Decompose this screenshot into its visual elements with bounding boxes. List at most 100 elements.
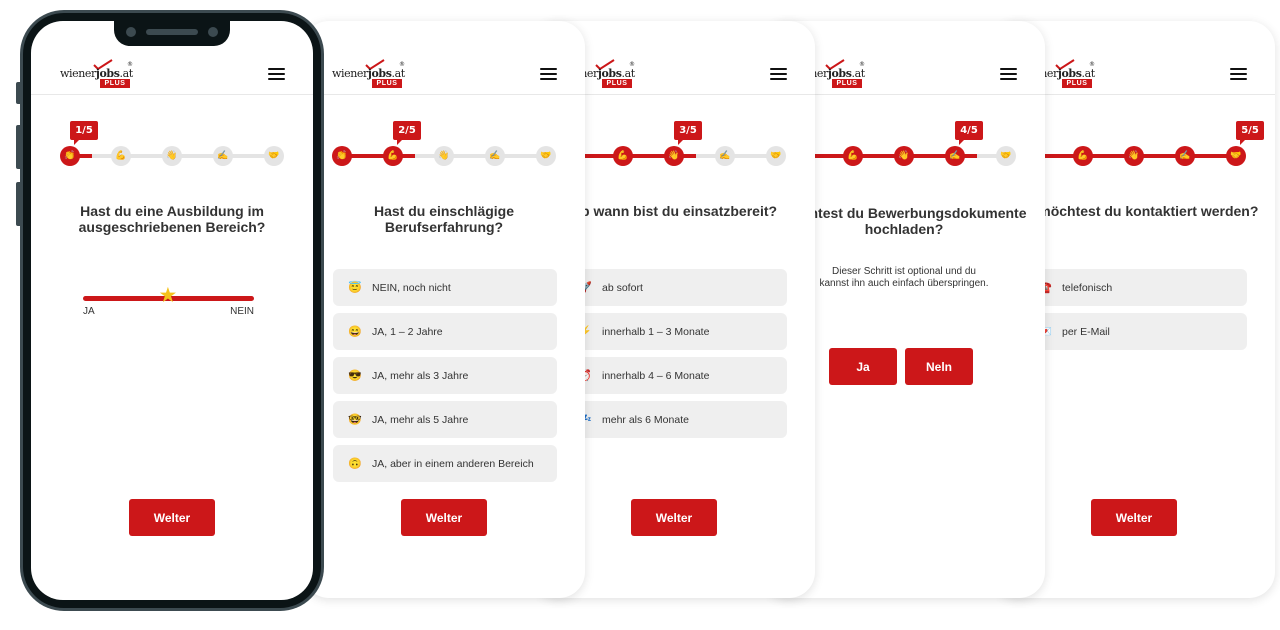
progress-stepper: 👏 💪 👋 ✍️ 🤝 1/5 <box>60 121 285 169</box>
next-button[interactable]: Welter <box>1091 499 1177 536</box>
logo-plus-badge: PLUS <box>832 79 862 88</box>
option-label: ab sofort <box>602 281 643 294</box>
yes-no-slider[interactable]: ★ JA NEIN <box>83 285 254 329</box>
option-4-6-months[interactable]: ⏰innerhalb 4 – 6 Monate <box>563 357 787 394</box>
step-2: 💪 <box>383 146 403 166</box>
question-title: Ab wann bist du einsatzbereit? <box>570 203 778 219</box>
wienerjobs-logo[interactable]: wienerjobs.at ® PLUS <box>332 59 405 91</box>
question-title: Möchtest du Bewerbungsdokumente hochlade… <box>781 205 1027 237</box>
option-5-plus-years[interactable]: 🤓 JA, mehr als 5 Jahre <box>333 401 557 438</box>
registered-mark: ® <box>629 61 635 68</box>
logo-plus-badge: PLUS <box>100 79 130 88</box>
option-list: ☎️telefonisch 💌per E-Mail <box>1023 269 1247 357</box>
option-label: innerhalb 1 – 3 Monate <box>602 325 710 338</box>
next-button[interactable]: Welter <box>631 499 717 536</box>
logo-plus-badge: PLUS <box>1062 79 1092 88</box>
step-counter-badge: 1/5 <box>70 121 98 145</box>
option-label: mehr als 6 Monate <box>602 413 689 426</box>
phone-notch <box>114 21 230 46</box>
progress-stepper: 👏 💪 👋 ✍️ 🤝 5/5 <box>1022 121 1264 169</box>
step-1: 👏 <box>332 146 352 166</box>
registered-mark: ® <box>127 61 133 68</box>
step-2: 💪 <box>1073 146 1093 166</box>
slider-min-label: JA <box>83 306 95 317</box>
hamburger-menu-icon[interactable] <box>268 68 285 81</box>
step-counter-badge: 3/5 <box>674 121 702 145</box>
option-label: per E-Mail <box>1062 325 1110 338</box>
option-3-plus-years[interactable]: 😎 JA, mehr als 3 Jahre <box>333 357 557 394</box>
option-list: 🚀ab sofort ⚡innerhalb 1 – 3 Monate ⏰inne… <box>563 269 787 445</box>
step-5: 🤝 <box>1226 146 1246 166</box>
option-email[interactable]: 💌per E-Mail <box>1023 313 1247 350</box>
next-button[interactable]: Welter <box>401 499 487 536</box>
option-1-2-years[interactable]: 😄 JA, 1 – 2 Jahre <box>333 313 557 350</box>
progress-stepper: 👏 💪 👋 ✍️ 🤝 4/5 <box>792 121 1017 169</box>
step-3: 👋 <box>162 146 182 166</box>
step-5: 🤝 <box>766 146 786 166</box>
step-1: 👏 <box>60 146 80 166</box>
registered-mark: ® <box>399 61 405 68</box>
screen-card-step-2: wienerjobs.at ® PLUS 👏 💪 👋 ✍️ 🤝 2/5 Hast… <box>303 21 585 598</box>
option-label: NEIN, noch nicht <box>372 281 451 294</box>
registered-mark: ® <box>859 61 865 68</box>
step-counter-badge: 5/5 <box>1236 121 1264 145</box>
optional-hint: Dieser Schritt ist optional und du kanns… <box>819 266 989 289</box>
registered-mark: ® <box>1089 61 1095 68</box>
logo-plus-badge: PLUS <box>372 79 402 88</box>
step-4: ✍️ <box>1175 146 1195 166</box>
progress-stepper: 👏 💪 👋 ✍️ 🤝 3/5 <box>562 121 787 169</box>
step-3: 👋 <box>894 146 914 166</box>
wienerjobs-logo[interactable]: wienerjobs.at ® PLUS <box>60 59 133 91</box>
step-4: ✍️ <box>945 146 965 166</box>
step-4: ✍️ <box>715 146 735 166</box>
app-header: wienerjobs.at ® PLUS <box>303 21 585 95</box>
step-2: 💪 <box>843 146 863 166</box>
step-5: 🤝 <box>996 146 1016 166</box>
option-label: JA, aber in einem anderen Bereich <box>372 457 534 470</box>
star-icon[interactable]: ★ <box>159 285 178 306</box>
step-3: 👋 <box>434 146 454 166</box>
step-2: 💪 <box>613 146 633 166</box>
upside-down-face-icon: 🙃 <box>348 458 362 470</box>
option-label: telefonisch <box>1062 281 1113 294</box>
hamburger-menu-icon[interactable] <box>770 68 787 81</box>
phone-volume-down <box>16 182 21 226</box>
phone-screen: wienerjobs.at ® PLUS 👏 💪 👋 ✍️ 🤝 1/5 Hast… <box>31 21 313 600</box>
option-label: JA, mehr als 3 Jahre <box>372 369 469 382</box>
next-button[interactable]: Welter <box>129 499 215 536</box>
grinning-face-icon: 😄 <box>348 326 362 338</box>
halo-face-icon: 😇 <box>348 282 362 294</box>
hamburger-menu-icon[interactable] <box>1230 68 1247 81</box>
logo-plus-badge: PLUS <box>602 79 632 88</box>
step-2: 💪 <box>111 146 131 166</box>
step-4: ✍️ <box>485 146 505 166</box>
option-1-3-months[interactable]: ⚡innerhalb 1 – 3 Monate <box>563 313 787 350</box>
no-button[interactable]: Neln <box>905 348 973 385</box>
nerd-face-icon: 🤓 <box>348 414 362 426</box>
option-6-plus-months[interactable]: 💤mehr als 6 Monate <box>563 401 787 438</box>
question-title: Wie möchtest du kontaktiert werden? <box>1009 203 1259 219</box>
step-5: 🤝 <box>536 146 556 166</box>
step-counter-badge: 2/5 <box>393 121 421 145</box>
phone-frame: wienerjobs.at ® PLUS 👏 💪 👋 ✍️ 🤝 1/5 Hast… <box>16 10 324 611</box>
hamburger-menu-icon[interactable] <box>1000 68 1017 81</box>
option-no-experience[interactable]: 😇 NEIN, noch nicht <box>333 269 557 306</box>
option-immediately[interactable]: 🚀ab sofort <box>563 269 787 306</box>
option-list: 😇 NEIN, noch nicht 😄 JA, 1 – 2 Jahre 😎 JA, … <box>333 269 557 489</box>
question-title: Hast du eine Ausbildung im ausgeschriebe… <box>78 203 266 235</box>
option-label: JA, 1 – 2 Jahre <box>372 325 443 338</box>
step-3: 👋 <box>1124 146 1144 166</box>
progress-stepper: 👏 💪 👋 ✍️ 🤝 2/5 <box>332 121 557 169</box>
question-title: Hast du einschlägige Berufserfahrung? <box>373 203 515 235</box>
step-4: ✍️ <box>213 146 233 166</box>
hamburger-menu-icon[interactable] <box>540 68 557 81</box>
option-phone[interactable]: ☎️telefonisch <box>1023 269 1247 306</box>
phone-mute-switch <box>16 82 21 104</box>
option-other-field[interactable]: 🙃 JA, aber in einem anderen Bereich <box>333 445 557 482</box>
step-5: 🤝 <box>264 146 284 166</box>
step-counter-badge: 4/5 <box>955 121 983 145</box>
option-label: JA, mehr als 5 Jahre <box>372 413 469 426</box>
yes-button[interactable]: Ja <box>829 348 897 385</box>
sunglasses-face-icon: 😎 <box>348 370 362 382</box>
phone-volume-up <box>16 125 21 169</box>
